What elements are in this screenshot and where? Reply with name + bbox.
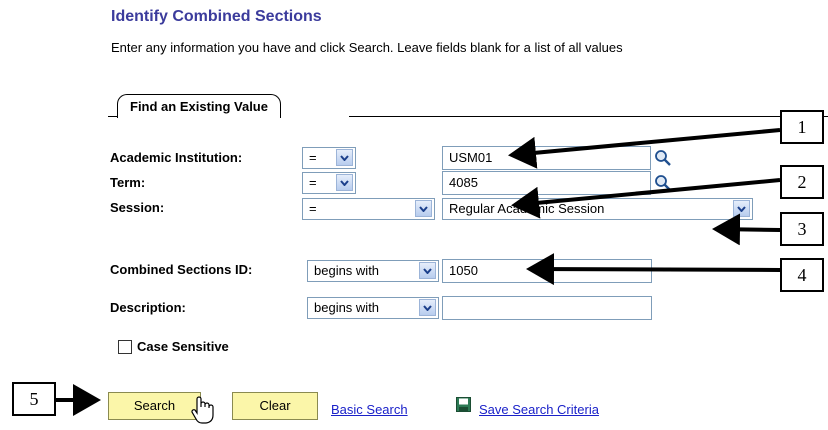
arrow-4 [526, 253, 781, 286]
callout-box-4: 4 [780, 258, 824, 292]
callout-box-2: 2 [780, 165, 824, 199]
callout-box-3: 3 [780, 212, 824, 246]
callout-arrows [55, 128, 781, 416]
arrow-2 [511, 178, 781, 219]
arrow-3 [712, 213, 781, 246]
arrow-1 [508, 128, 781, 169]
callout-box-1: 1 [780, 110, 824, 144]
callout-box-5: 5 [12, 382, 56, 416]
